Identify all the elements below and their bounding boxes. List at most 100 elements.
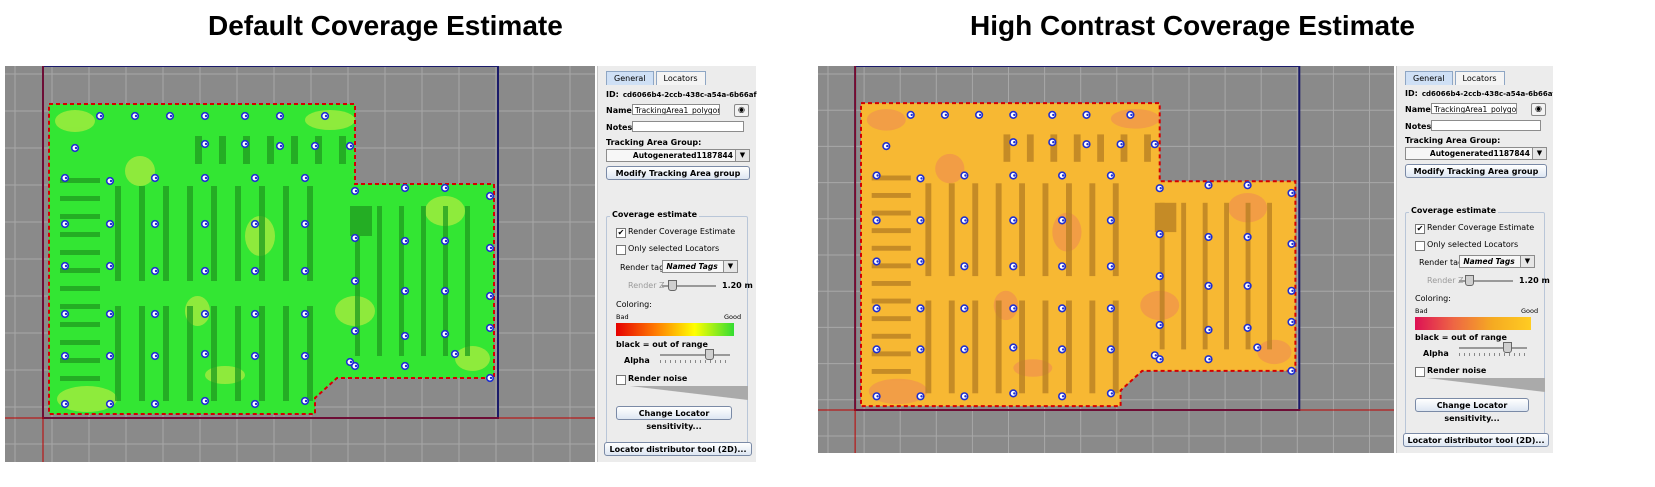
render-noise-label: Render noise (1427, 366, 1487, 375)
locator-icon (350, 276, 360, 286)
locator-icon (1009, 304, 1018, 313)
locator-icon (872, 304, 881, 313)
render-coverage-checkbox[interactable]: ✔ (1415, 224, 1425, 234)
notes-field[interactable] (1431, 120, 1541, 131)
locator-icon (400, 286, 410, 296)
locator-icon (1204, 355, 1213, 364)
tracking-area-group-value: Autogenerated1187844 (632, 151, 733, 160)
locator-distributor-tool-button[interactable]: Locator distributor tool (2D)... (1403, 433, 1549, 447)
locator-icon (1155, 230, 1164, 239)
tab-locators[interactable]: Locators (655, 71, 706, 85)
render-tags-select[interactable]: Named Tags ▼ (1459, 255, 1535, 268)
render-tags-select[interactable]: Named Tags ▼ (662, 260, 738, 273)
only-selected-locators-checkbox[interactable] (1415, 241, 1425, 251)
good-label: Good (724, 313, 742, 321)
locator-icon (916, 304, 925, 313)
locator-icon (130, 111, 140, 121)
dark-block (350, 206, 372, 236)
properties-panel: General Locators ID: cd6066b4-2ccb-438c-a54… (1396, 66, 1553, 453)
only-selected-locators-label: Only selected Locators (1427, 240, 1519, 249)
locator-icon (275, 141, 285, 151)
properties-panel: General Locators ID: cd6066b4-2ccb-438c-a54… (597, 66, 757, 462)
locator-icon (440, 183, 450, 193)
locator-icon (400, 236, 410, 246)
floor-plan-canvas[interactable] (818, 66, 1394, 453)
locator-icon (1009, 343, 1018, 352)
locator-icon (60, 309, 70, 319)
default-coverage-title: Default Coverage Estimate (208, 10, 563, 41)
floor-plan-canvas[interactable] (5, 66, 595, 462)
name-label: Name: (606, 106, 636, 115)
tracking-area-group-select[interactable]: Autogenerated1187844 ▼ (606, 149, 750, 162)
locator-icon (1243, 281, 1252, 290)
locator-icon (345, 141, 355, 151)
locator-icon (1082, 110, 1091, 120)
alpha-slider[interactable] (1459, 347, 1527, 349)
change-locator-sensitivity-button[interactable]: Change Locator sensitivity... (616, 406, 732, 431)
alpha-slider-thumb[interactable] (1503, 342, 1512, 353)
alpha-label: Alpha (1423, 349, 1449, 358)
name-field[interactable]: TrackingArea1_polygon (632, 104, 720, 115)
chevron-down-icon[interactable]: ▼ (1520, 256, 1534, 267)
locator-icon (485, 243, 495, 253)
tracking-area-group-select[interactable]: Autogenerated1187844 ▼ (1405, 147, 1547, 160)
locator-icon (250, 219, 260, 229)
coloring-label: Coloring: (1415, 294, 1451, 303)
locator-icon (70, 143, 80, 153)
locator-icon (872, 171, 881, 180)
chevron-down-icon[interactable]: ▼ (723, 261, 737, 272)
render-tags-value: Named Tags (1463, 257, 1515, 266)
id-label: ID: (606, 90, 619, 99)
visibility-icon[interactable]: ◉ (734, 104, 749, 117)
render-z-value: 1.20 m (1519, 276, 1550, 285)
notes-field[interactable] (632, 121, 744, 132)
alpha-slider-thumb[interactable] (705, 349, 714, 360)
locator-icon (350, 186, 360, 196)
render-coverage-label: Render Coverage Estimate (1427, 223, 1535, 232)
locator-icon (200, 309, 210, 319)
tracking-area-group-value: Autogenerated1187844 (1429, 149, 1530, 158)
locator-icon (960, 216, 969, 225)
render-coverage-label: Render Coverage Estimate (628, 227, 736, 236)
locator-icon (1009, 138, 1018, 147)
locator-icon (250, 351, 260, 361)
chevron-down-icon[interactable]: ▼ (735, 150, 749, 161)
locator-icon (350, 233, 360, 243)
locator-icon (1204, 232, 1213, 242)
locator-icon (1082, 140, 1091, 149)
tab-general[interactable]: General (606, 71, 654, 85)
locator-icon (1150, 351, 1159, 360)
tab-locators[interactable]: Locators (1454, 71, 1505, 85)
modify-tracking-area-group-button[interactable]: Modify Tracking Area group (606, 166, 750, 180)
modify-tracking-area-group-button[interactable]: Modify Tracking Area group (1405, 164, 1547, 178)
locator-icon (960, 171, 969, 180)
locator-icon (1287, 188, 1296, 198)
locator-distributor-tool-button[interactable]: Locator distributor tool (2D)... (604, 442, 752, 456)
only-selected-locators-checkbox[interactable] (616, 245, 626, 255)
locator-icon (1009, 110, 1018, 120)
render-z-thumb[interactable] (1465, 275, 1474, 286)
tab-general[interactable]: General (1405, 71, 1453, 85)
render-z-thumb[interactable] (668, 280, 677, 291)
locator-icon (916, 174, 925, 183)
locator-icon (150, 351, 160, 361)
noise-ramp-graphic (630, 386, 748, 400)
locator-icon (872, 345, 881, 354)
alpha-slider[interactable] (660, 354, 730, 356)
locator-icon (200, 396, 210, 406)
locator-icon (1204, 325, 1213, 335)
locator-icon (150, 399, 160, 409)
tracking-area-group-label: Tracking Area Group: (606, 138, 702, 147)
locator-icon (60, 399, 70, 409)
name-field[interactable]: TrackingArea1_polygon (1431, 103, 1517, 114)
chevron-down-icon[interactable]: ▼ (1532, 148, 1546, 159)
locator-icon (400, 331, 410, 341)
render-coverage-checkbox[interactable]: ✔ (616, 228, 626, 238)
locator-icon (975, 110, 984, 120)
change-locator-sensitivity-button[interactable]: Change Locator sensitivity... (1415, 398, 1529, 423)
locator-icon (1287, 286, 1296, 295)
render-noise-checkbox[interactable] (616, 375, 626, 385)
render-noise-checkbox[interactable] (1415, 367, 1425, 377)
visibility-icon[interactable]: ◉ (1531, 103, 1546, 116)
locator-icon (1009, 171, 1018, 180)
